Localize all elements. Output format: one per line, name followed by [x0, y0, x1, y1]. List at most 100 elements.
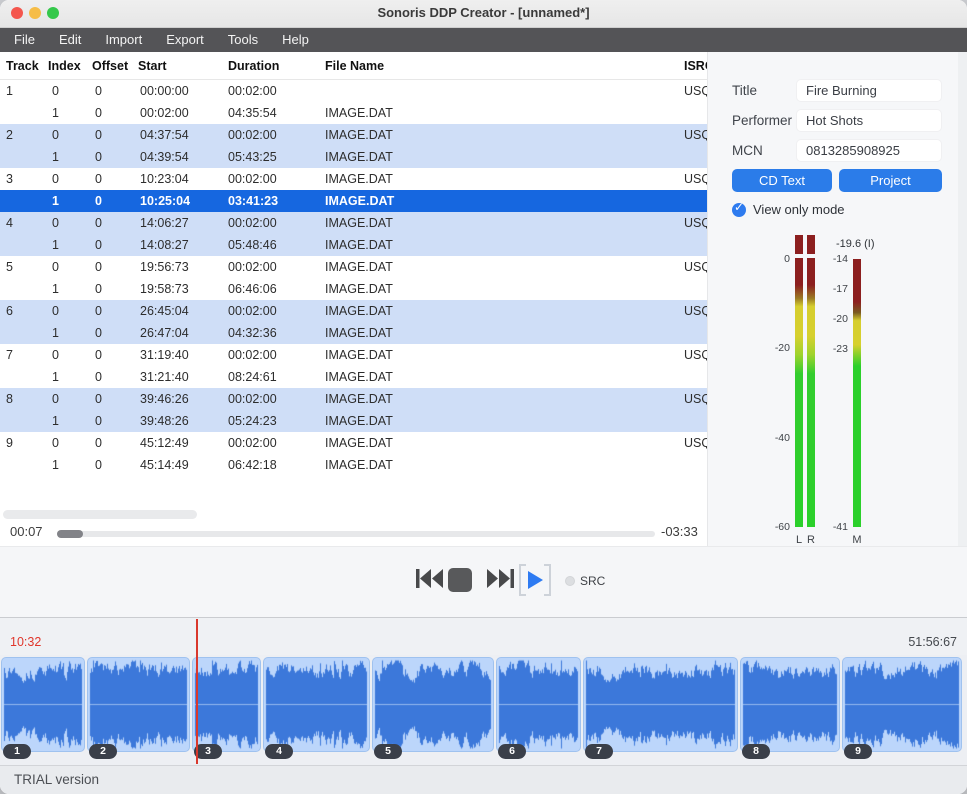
- table-row[interactable]: 60026:45:0400:02:00IMAGE.DATUSQ: [0, 300, 707, 322]
- cell-duration: 05:48:46: [228, 234, 277, 256]
- waveform-strip[interactable]: 123456789: [0, 655, 967, 765]
- mcn-field[interactable]: [796, 139, 942, 162]
- waveform-track-1[interactable]: [1, 657, 85, 752]
- timeline-ruler[interactable]: 10:32 51:56:67: [0, 617, 967, 655]
- menu-help[interactable]: Help: [282, 28, 309, 52]
- project-button[interactable]: Project: [839, 169, 942, 192]
- cell-isrc: USQ: [684, 256, 707, 278]
- table-row[interactable]: 70031:19:4000:02:00IMAGE.DATUSQ: [0, 344, 707, 366]
- cell-index: 1: [52, 234, 59, 256]
- cell-duration: 05:43:25: [228, 146, 277, 168]
- cell-duration: 00:02:00: [228, 168, 277, 190]
- table-row[interactable]: 30010:23:0400:02:00IMAGE.DATUSQ: [0, 168, 707, 190]
- playhead-position-time: 10:32: [10, 635, 41, 649]
- col-offset[interactable]: Offset: [92, 59, 128, 73]
- table-row[interactable]: 40014:06:2700:02:00IMAGE.DATUSQ: [0, 212, 707, 234]
- table-row[interactable]: 1019:58:7306:46:06IMAGE.DAT: [0, 278, 707, 300]
- table-row[interactable]: 50019:56:7300:02:00IMAGE.DATUSQ: [0, 256, 707, 278]
- lr-scale-0: 0: [756, 253, 790, 265]
- cell-track: 2: [6, 124, 13, 146]
- menu-bar: File Edit Import Export Tools Help: [0, 28, 967, 52]
- cell-offset: 0: [95, 366, 102, 388]
- table-row[interactable]: 1039:48:2605:24:23IMAGE.DAT: [0, 410, 707, 432]
- table-row[interactable]: 1026:47:0404:32:36IMAGE.DAT: [0, 322, 707, 344]
- cell-start: 10:25:04: [140, 190, 190, 212]
- cell-index: 0: [52, 256, 59, 278]
- cell-file: IMAGE.DAT: [325, 190, 394, 212]
- waveform-track-8[interactable]: [740, 657, 840, 752]
- cell-track: 6: [6, 300, 13, 322]
- next-track-button[interactable]: [487, 569, 514, 588]
- table-row[interactable]: 1010:25:0403:41:23IMAGE.DAT: [0, 190, 707, 212]
- status-text: TRIAL version: [14, 772, 99, 787]
- m-scale-17: -17: [814, 283, 848, 295]
- cell-offset: 0: [95, 388, 102, 410]
- waveform-track-4[interactable]: [263, 657, 370, 752]
- waveform-track-2[interactable]: [87, 657, 190, 752]
- right-level-meter: [807, 258, 815, 527]
- cell-duration: 06:46:06: [228, 278, 277, 300]
- cell-file: IMAGE.DAT: [325, 388, 393, 410]
- window-title: Sonoris DDP Creator - [unnamed*]: [0, 5, 967, 20]
- title-field[interactable]: [796, 79, 942, 102]
- cell-index: 0: [52, 388, 59, 410]
- playhead-cursor[interactable]: [196, 619, 198, 764]
- cell-duration: 00:02:00: [228, 256, 277, 278]
- cell-start: 26:45:04: [140, 300, 189, 322]
- performer-field[interactable]: [796, 109, 942, 132]
- total-duration-time: 51:56:67: [908, 635, 957, 649]
- right-meter-clip-indicator: [807, 235, 815, 254]
- menu-edit[interactable]: Edit: [59, 28, 81, 52]
- col-duration[interactable]: Duration: [228, 59, 279, 73]
- cell-track: 8: [6, 388, 13, 410]
- track-number-badge: 6: [498, 744, 526, 759]
- table-row[interactable]: 1031:21:4008:24:61IMAGE.DAT: [0, 366, 707, 388]
- cell-duration: 00:02:00: [228, 344, 277, 366]
- horizontal-scrollbar-thumb[interactable]: [3, 510, 197, 519]
- stop-button[interactable]: [448, 568, 472, 592]
- cell-duration: 04:32:36: [228, 322, 277, 344]
- track-number-badge: 1: [3, 744, 31, 759]
- table-row[interactable]: 90045:12:4900:02:00IMAGE.DATUSQ: [0, 432, 707, 454]
- cell-offset: 0: [95, 80, 102, 102]
- table-row[interactable]: 1014:08:2705:48:46IMAGE.DAT: [0, 234, 707, 256]
- view-only-checkbox[interactable]: [732, 203, 746, 217]
- table-row[interactable]: 20004:37:5400:02:00IMAGE.DATUSQ: [0, 124, 707, 146]
- previous-track-button[interactable]: [416, 569, 443, 588]
- table-row[interactable]: 80039:46:2600:02:00IMAGE.DATUSQ: [0, 388, 707, 410]
- menu-export[interactable]: Export: [166, 28, 204, 52]
- play-icon[interactable]: [528, 571, 543, 589]
- col-isrc[interactable]: ISRC: [684, 59, 707, 73]
- col-start[interactable]: Start: [138, 59, 166, 73]
- cell-start: 04:37:54: [140, 124, 189, 146]
- cell-offset: 0: [95, 146, 102, 168]
- waveform-track-5[interactable]: [372, 657, 494, 752]
- cell-start: 14:06:27: [140, 212, 189, 234]
- table-row[interactable]: 1045:14:4906:42:18IMAGE.DAT: [0, 454, 707, 476]
- cell-start: 19:58:73: [140, 278, 189, 300]
- menu-tools[interactable]: Tools: [228, 28, 258, 52]
- table-row[interactable]: 10000:00:0000:02:00USQ: [0, 80, 707, 102]
- right-bracket-icon: [544, 564, 551, 596]
- track-table: Track Index Offset Start Duration File N…: [0, 52, 707, 546]
- mono-channel-label: M: [852, 534, 862, 546]
- table-row[interactable]: 1004:39:5405:43:25IMAGE.DAT: [0, 146, 707, 168]
- menu-import[interactable]: Import: [105, 28, 142, 52]
- col-index[interactable]: Index: [48, 59, 81, 73]
- col-track[interactable]: Track: [6, 59, 39, 73]
- table-row[interactable]: 1000:02:0004:35:54IMAGE.DAT: [0, 102, 707, 124]
- cell-isrc: USQ: [684, 432, 707, 454]
- cell-start: 45:14:49: [140, 454, 189, 476]
- waveform-track-6[interactable]: [496, 657, 581, 752]
- cd-text-button[interactable]: CD Text: [732, 169, 832, 192]
- cell-duration: 00:02:00: [228, 80, 277, 102]
- waveform-track-7[interactable]: [583, 657, 738, 752]
- status-bar: TRIAL version: [0, 765, 967, 794]
- seek-slider-track[interactable]: [57, 531, 655, 537]
- waveform-track-9[interactable]: [842, 657, 962, 752]
- col-file-name[interactable]: File Name: [325, 59, 384, 73]
- seek-slider-thumb[interactable]: [57, 530, 83, 538]
- cell-start: 26:47:04: [140, 322, 189, 344]
- menu-file[interactable]: File: [14, 28, 35, 52]
- waveform-track-3[interactable]: [192, 657, 261, 752]
